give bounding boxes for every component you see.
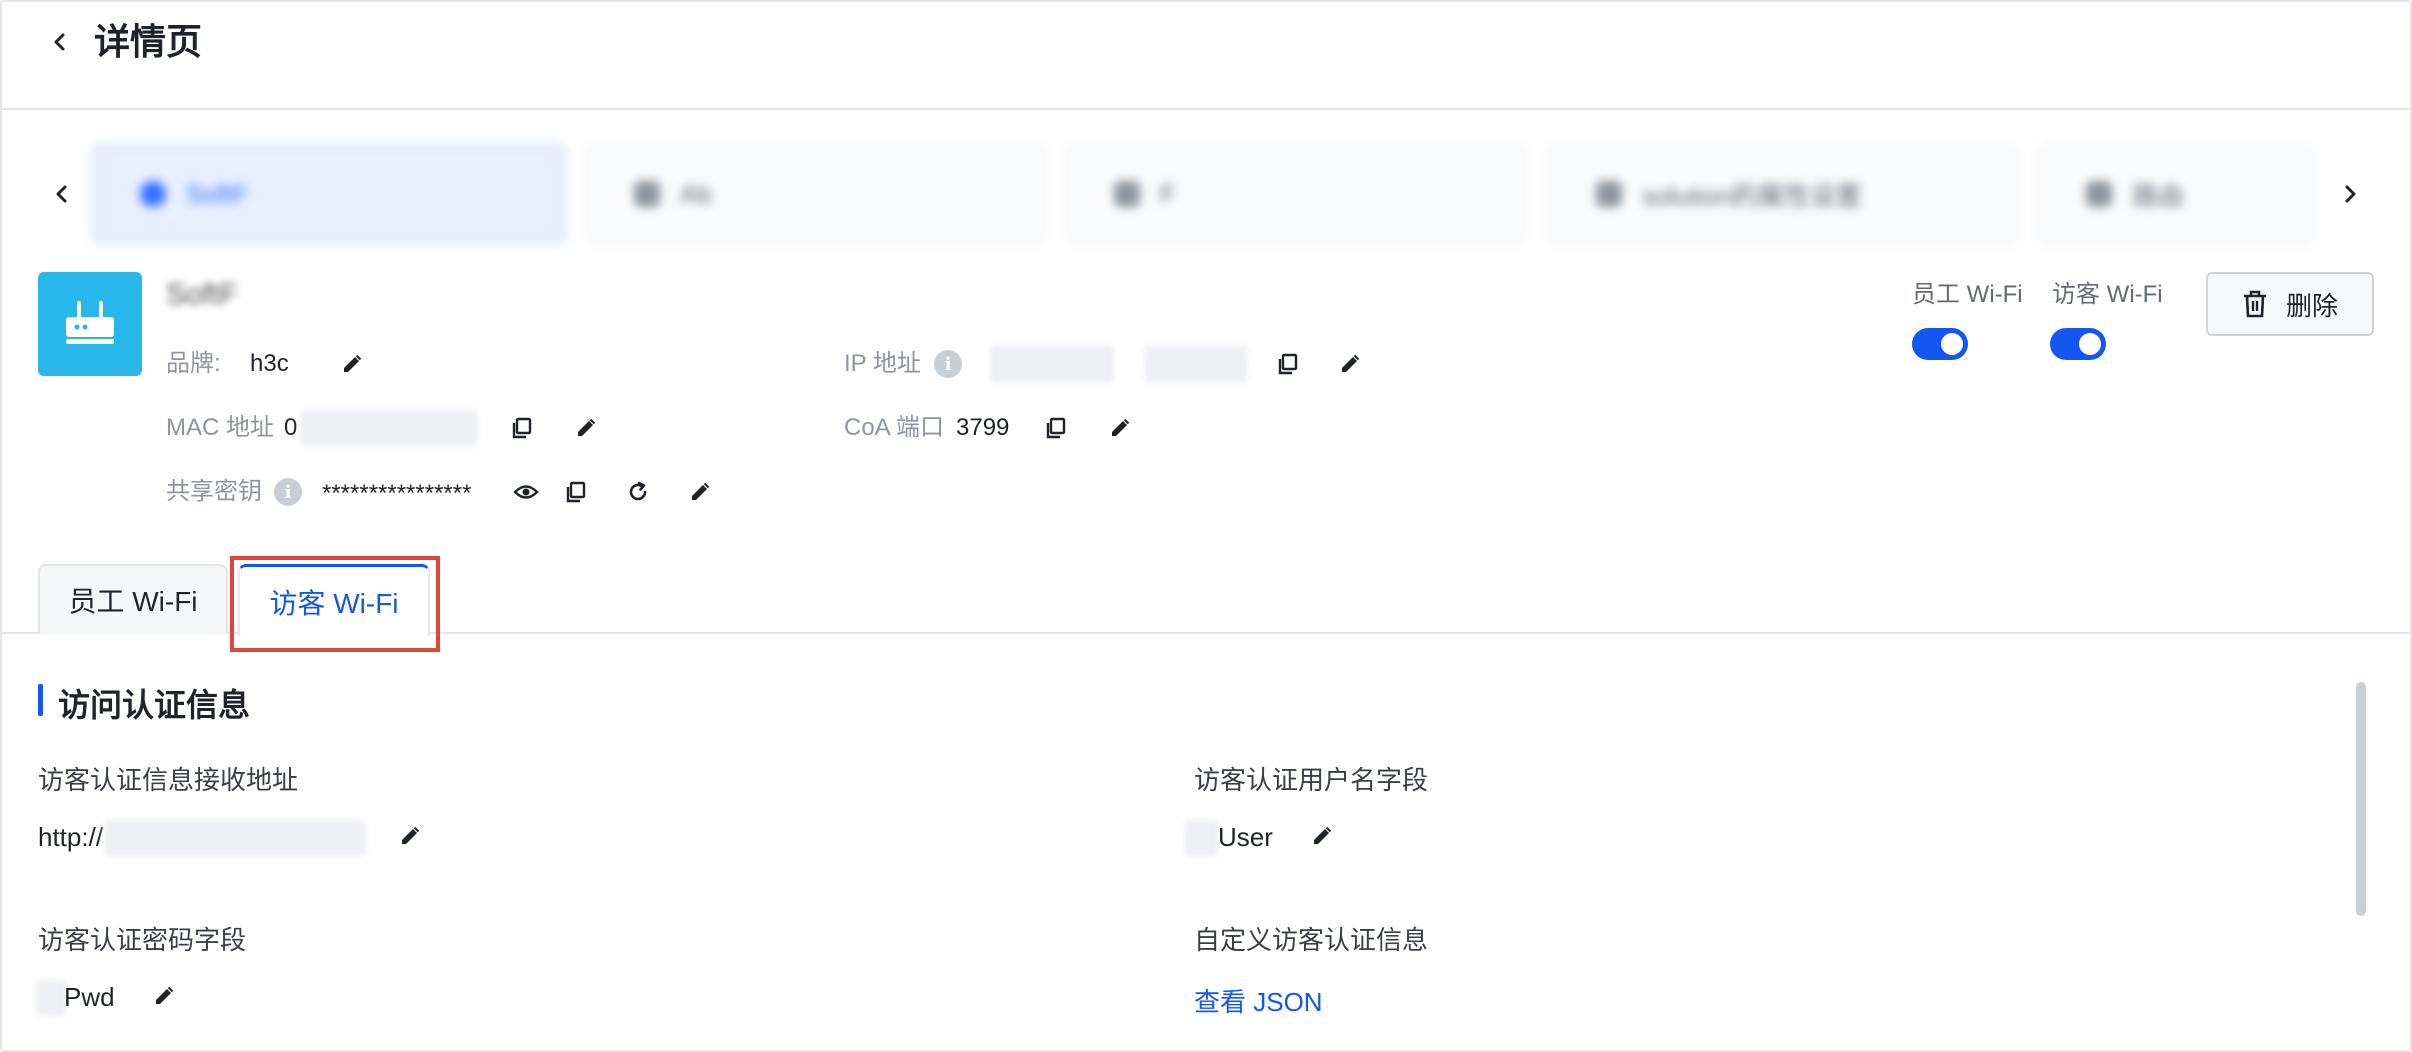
copy-secret-icon[interactable] [560,476,592,508]
employee-wifi-toggle-label: 员工 Wi-Fi [1912,281,2023,308]
edit-password-field-icon[interactable] [148,980,180,1012]
tab-employee-wifi[interactable]: 员工 Wi-Fi [38,564,228,634]
detail-page: 详情页 SoftF Ab F solution的属性设置 路由 SoftF 品牌… [0,0,2412,1052]
ip-value-redacted [990,346,1114,382]
delete-button-label: 删除 [2285,290,2338,321]
router-icon [38,272,142,376]
edit-coa-icon[interactable] [1104,412,1136,444]
edit-brand-icon[interactable] [336,348,368,380]
employee-wifi-toggle[interactable] [1912,328,1968,360]
receive-url-value: http:// [38,822,104,852]
toggle-knob [2079,333,2101,355]
custom-info-label: 自定义访客认证信息 [1194,925,1429,955]
refresh-secret-icon[interactable] [622,476,654,508]
device-card-icon [634,181,660,207]
ip-value-redacted [1144,346,1248,382]
shared-secret-value: **************** [322,480,472,507]
ip-label: IP 地址 [844,350,921,377]
receive-url-label: 访客认证信息接收地址 [38,765,299,795]
trash-icon [2243,290,2266,318]
view-json-link[interactable]: 查看 JSON [1194,982,1323,1019]
copy-ip-icon[interactable] [1272,348,1304,380]
device-card-icon [1114,181,1140,207]
brand-value: h3c [250,350,289,377]
mac-value-prefix: 0 [284,414,298,441]
device-card[interactable]: Ab [586,144,1046,244]
carousel-prev-icon[interactable] [42,174,82,214]
device-card[interactable]: solution的属性设置 [1548,144,2018,244]
copy-coa-icon[interactable] [1040,412,1072,444]
delete-button[interactable]: 删除 [2206,272,2374,336]
ip-info-icon[interactable]: i [934,350,962,378]
username-field-label: 访客认证用户名字段 [1194,765,1429,795]
copy-mac-icon[interactable] [506,412,538,444]
password-field-value: Pwd [64,982,115,1012]
toggle-knob [1941,333,1963,355]
device-card[interactable]: SoftF [92,144,566,244]
username-field-value: User [1218,822,1273,852]
coa-port-value: 3799 [956,414,1010,441]
mac-value-redacted [300,410,478,446]
guest-wifi-toggle-label: 访客 Wi-Fi [2052,281,2163,308]
device-card-label: 路由 [2132,180,2185,211]
guest-wifi-toggle[interactable] [2050,328,2106,360]
device-name: SoftF [166,278,238,311]
device-card-icon [2086,181,2112,207]
page-header: 详情页 [2,2,2410,110]
coa-port-label: CoA 端口 [844,414,945,441]
back-icon[interactable] [42,24,78,60]
device-card-label: SoftF [186,178,249,209]
device-card-label: F [1160,178,1176,209]
edit-mac-icon[interactable] [570,412,602,444]
brand-label: 品牌: [166,350,221,377]
edit-receive-url-icon[interactable] [394,820,426,852]
secret-info-icon[interactable]: i [274,478,302,506]
device-card[interactable]: F [1066,144,1526,244]
device-card-label: Ab [680,178,712,209]
device-card[interactable]: 路由 [2038,144,2314,244]
username-field-redacted [1184,820,1218,856]
edit-secret-icon[interactable] [684,476,716,508]
shared-secret-label: 共享密钥 [166,478,262,505]
scrollbar[interactable] [2356,682,2366,916]
section-title: 访问认证信息 [58,687,251,723]
device-card-label: solution的属性设置 [1642,180,1862,211]
device-card-icon [140,181,166,207]
section-accent-bar [38,684,43,716]
receive-url-redacted [104,820,366,856]
password-field-label: 访客认证密码字段 [38,925,247,955]
tab-guest-wifi[interactable]: 访客 Wi-Fi [238,564,430,636]
edit-ip-icon[interactable] [1334,348,1366,380]
show-secret-eye-icon[interactable] [510,476,542,508]
page-title: 详情页 [94,21,203,62]
carousel-next-icon[interactable] [2330,174,2370,214]
device-card-icon [1596,181,1622,207]
password-field-redacted [36,980,66,1016]
edit-username-field-icon[interactable] [1306,820,1338,852]
mac-label: MAC 地址 [166,414,274,441]
